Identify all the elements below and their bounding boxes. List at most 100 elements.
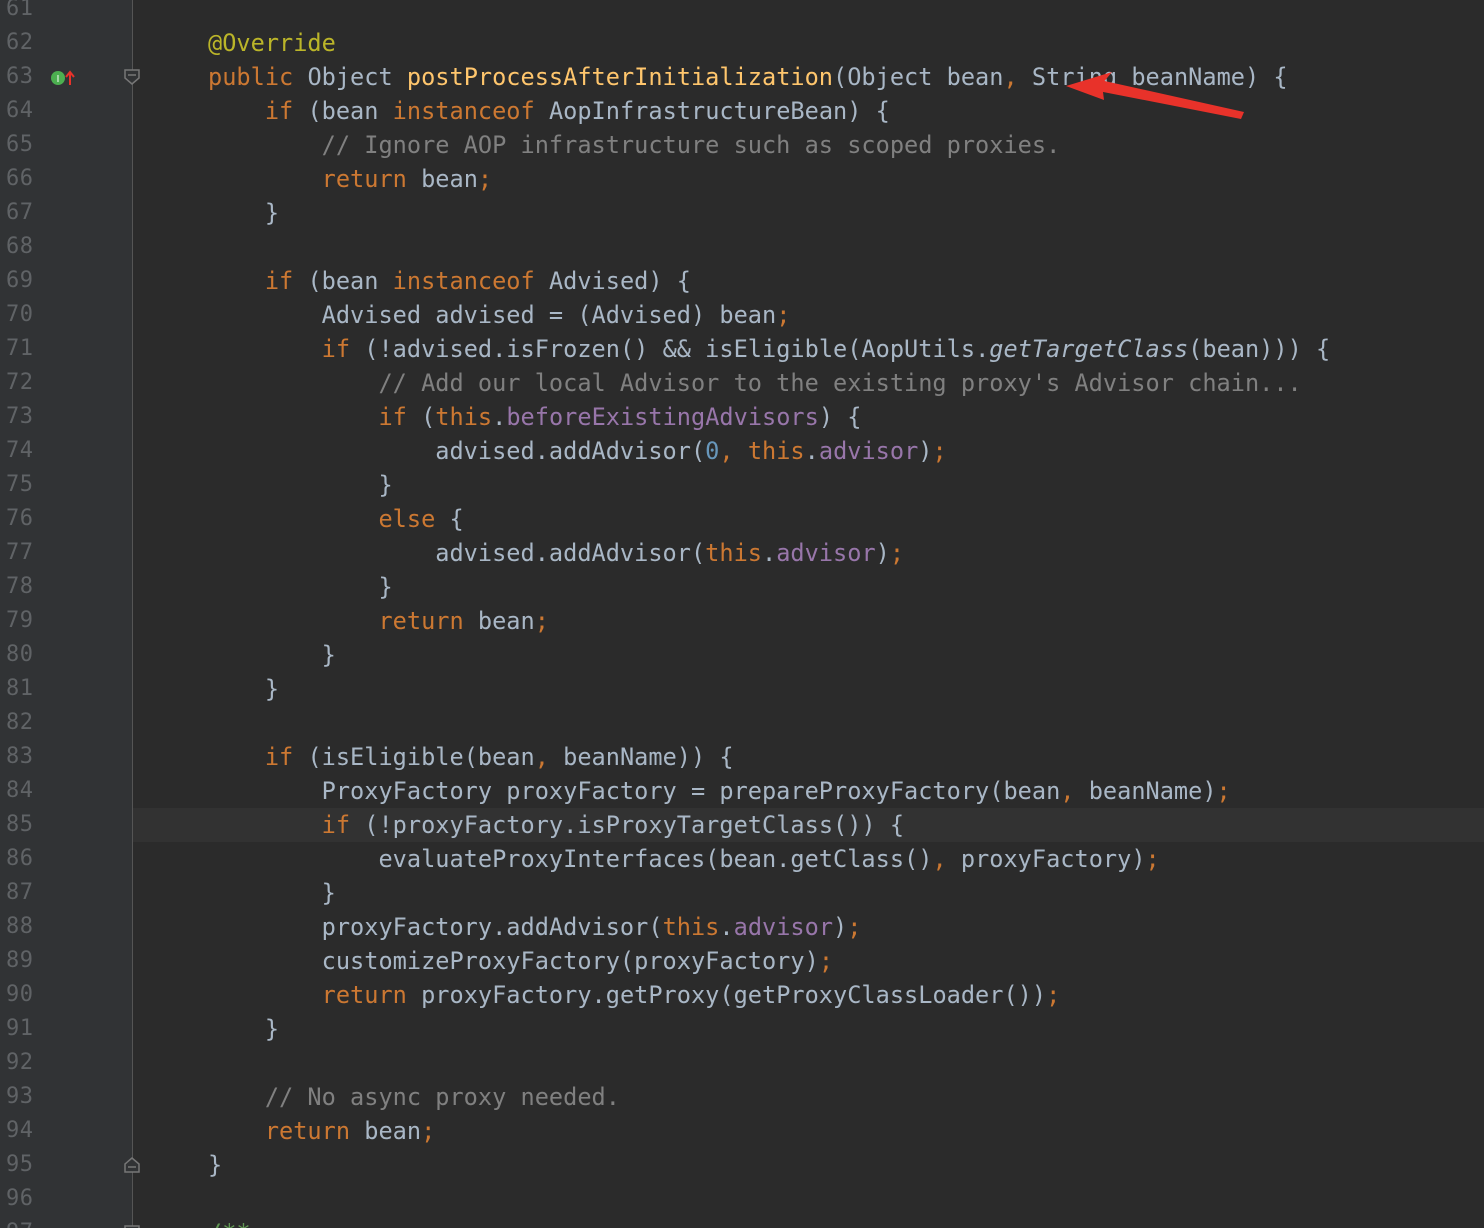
code-text[interactable]: if (bean instanceof AopInfrastructureBea…	[208, 94, 890, 128]
fold-marker-icon[interactable]	[122, 1155, 142, 1175]
code-text[interactable]: if (this.beforeExistingAdvisors) {	[208, 400, 861, 434]
code-line[interactable]: 65 // Ignore AOP infrastructure such as …	[0, 128, 1484, 162]
code-line[interactable]: 73 if (this.beforeExistingAdvisors) {	[0, 400, 1484, 434]
code-text[interactable]: return bean;	[208, 162, 493, 196]
code-token: ;	[776, 301, 791, 329]
code-line[interactable]: 71 if (!advised.isFrozen() && isEligible…	[0, 332, 1484, 366]
code-line[interactable]: 84 ProxyFactory proxyFactory = preparePr…	[0, 774, 1484, 808]
code-line[interactable]: 85 if (!proxyFactory.isProxyTargetClass(…	[0, 808, 1484, 842]
line-number: 61	[6, 0, 34, 21]
code-line[interactable]: 96	[0, 1182, 1484, 1216]
code-line[interactable]: 87 }	[0, 876, 1484, 910]
code-line[interactable]: 68	[0, 230, 1484, 264]
code-line[interactable]: 63 public Object postProcessAfterInitiali…	[0, 60, 1484, 94]
code-line[interactable]: 80 }	[0, 638, 1484, 672]
code-line[interactable]: 76 else {	[0, 502, 1484, 536]
code-text[interactable]: advised.addAdvisor(this.advisor);	[208, 536, 904, 570]
code-text[interactable]: }	[208, 468, 392, 502]
code-text[interactable]: if (isEligible(bean, beanName)) {	[208, 740, 734, 774]
code-token: customizeProxyFactory(proxyFactory)	[208, 947, 819, 975]
code-text[interactable]: proxyFactory.addAdvisor(this.advisor);	[208, 910, 862, 944]
code-line[interactable]: 75 }	[0, 468, 1484, 502]
code-token: this	[705, 539, 762, 567]
code-text[interactable]: if (!advised.isFrozen() && isEligible(Ao…	[208, 332, 1331, 366]
code-lines[interactable]: 61 62 @Override 63 public Object postProcess…	[0, 0, 1484, 1228]
code-token: instanceof	[392, 97, 549, 125]
code-text[interactable]: customizeProxyFactory(proxyFactory);	[208, 944, 833, 978]
code-token: }	[208, 675, 280, 703]
code-line[interactable]: 70 Advised advised = (Advised) bean;	[0, 298, 1484, 332]
code-text[interactable]: return bean;	[208, 604, 549, 638]
code-text[interactable]: advised.addAdvisor(0, this.advisor);	[208, 434, 946, 468]
code-line[interactable]: 83 if (isEligible(bean, beanName)) {	[0, 740, 1484, 774]
code-line[interactable]: 89 customizeProxyFactory(proxyFactory);	[0, 944, 1484, 978]
code-token: )	[918, 437, 933, 465]
code-line[interactable]: 67 }	[0, 196, 1484, 230]
code-token: this	[662, 913, 720, 941]
code-token: .	[762, 539, 777, 567]
code-text[interactable]: }	[208, 1012, 279, 1046]
code-line[interactable]: 74 advised.addAdvisor(0, this.advisor);	[0, 434, 1484, 468]
code-line[interactable]: 91 }	[0, 1012, 1484, 1046]
code-token: AopInfrastructureBean) {	[548, 97, 890, 125]
code-line[interactable]: 95}	[0, 1148, 1484, 1182]
code-text[interactable]: return proxyFactory.getProxy(getProxyCla…	[208, 978, 1061, 1012]
code-text[interactable]: }	[208, 638, 336, 672]
line-number: 83	[6, 744, 34, 769]
code-line[interactable]: 92	[0, 1046, 1484, 1080]
code-line[interactable]: 66 return bean;	[0, 162, 1484, 196]
code-token: bean	[477, 607, 535, 635]
code-text[interactable]: }	[208, 196, 279, 230]
code-token: return	[208, 981, 422, 1009]
code-text[interactable]: @Override	[208, 26, 336, 60]
code-token: ,	[1060, 777, 1089, 805]
code-token: beanName)	[1088, 777, 1217, 805]
code-text[interactable]: if (!proxyFactory.isProxyTargetClass()) …	[208, 808, 904, 842]
code-text[interactable]: }	[208, 672, 279, 706]
code-line[interactable]: 90 return proxyFactory.getProxy(getProxy…	[0, 978, 1484, 1012]
code-line[interactable]: 81 }	[0, 672, 1484, 706]
code-line[interactable]: 97 /**	[0, 1216, 1484, 1228]
code-line[interactable]: 64 if (bean instanceof AopInfrastructure…	[0, 94, 1484, 128]
code-line[interactable]: 82	[0, 706, 1484, 740]
code-text[interactable]: }	[208, 1148, 222, 1182]
code-text[interactable]: }	[208, 876, 336, 910]
code-line[interactable]: 72 // Add our local Advisor to the exist…	[0, 366, 1484, 400]
code-text[interactable]: else {	[208, 502, 464, 536]
code-editor[interactable]: 61 62 @Override 63 public Object postProcess…	[0, 0, 1484, 1228]
line-number: 71	[6, 336, 34, 361]
code-token: ;	[477, 165, 493, 193]
code-token: ;	[421, 1117, 436, 1145]
fold-marker-icon[interactable]	[122, 67, 142, 87]
code-text[interactable]: /**	[208, 1216, 251, 1228]
code-line[interactable]: 94 return bean;	[0, 1114, 1484, 1148]
code-line[interactable]: 78 }	[0, 570, 1484, 604]
code-text[interactable]: return bean;	[208, 1114, 436, 1148]
code-text[interactable]: evaluateProxyInterfaces(bean.getClass(),…	[208, 842, 1159, 876]
line-number: 62	[6, 30, 34, 55]
code-line[interactable]: 88 proxyFactory.addAdvisor(this.advisor)…	[0, 910, 1484, 944]
line-number: 82	[6, 710, 34, 735]
code-line[interactable]: 86 evaluateProxyInterfaces(bean.getClass…	[0, 842, 1484, 876]
code-text[interactable]: ProxyFactory proxyFactory = prepareProxy…	[208, 774, 1231, 808]
code-line[interactable]: 61	[0, 0, 1484, 26]
code-line[interactable]: 79 return bean;	[0, 604, 1484, 638]
code-token: {	[449, 505, 464, 533]
override-method-icon[interactable]: I	[50, 68, 78, 88]
code-line[interactable]: 93 // No async proxy needed.	[0, 1080, 1484, 1114]
fold-marker-icon[interactable]	[122, 1223, 142, 1228]
code-text[interactable]: Advised advised = (Advised) bean;	[208, 298, 791, 332]
code-text[interactable]: // Add our local Advisor to the existing…	[208, 366, 1301, 400]
code-text[interactable]: if (bean instanceof Advised) {	[208, 264, 691, 298]
code-line[interactable]: 69 if (bean instanceof Advised) {	[0, 264, 1484, 298]
code-line[interactable]: 77 advised.addAdvisor(this.advisor);	[0, 536, 1484, 570]
code-text[interactable]: // Ignore AOP infrastructure such as sco…	[208, 128, 1061, 162]
svg-text:I: I	[57, 74, 60, 85]
code-token: if	[208, 335, 365, 363]
line-number: 91	[6, 1016, 34, 1041]
code-text[interactable]: // No async proxy needed.	[208, 1080, 620, 1114]
code-line[interactable]: 62 @Override	[0, 26, 1484, 60]
code-token: ;	[534, 607, 549, 635]
code-text[interactable]: }	[208, 570, 392, 604]
code-text[interactable]: public Object postProcessAfterInitializa…	[208, 60, 1288, 94]
